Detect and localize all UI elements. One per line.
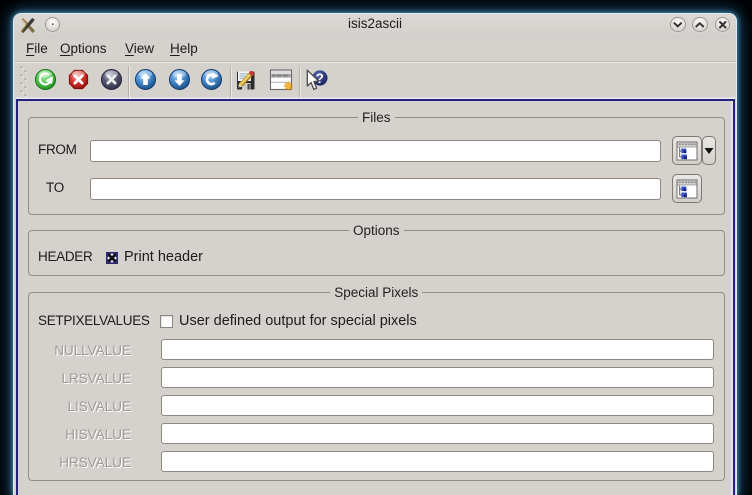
svg-text:?: ? <box>316 70 324 85</box>
